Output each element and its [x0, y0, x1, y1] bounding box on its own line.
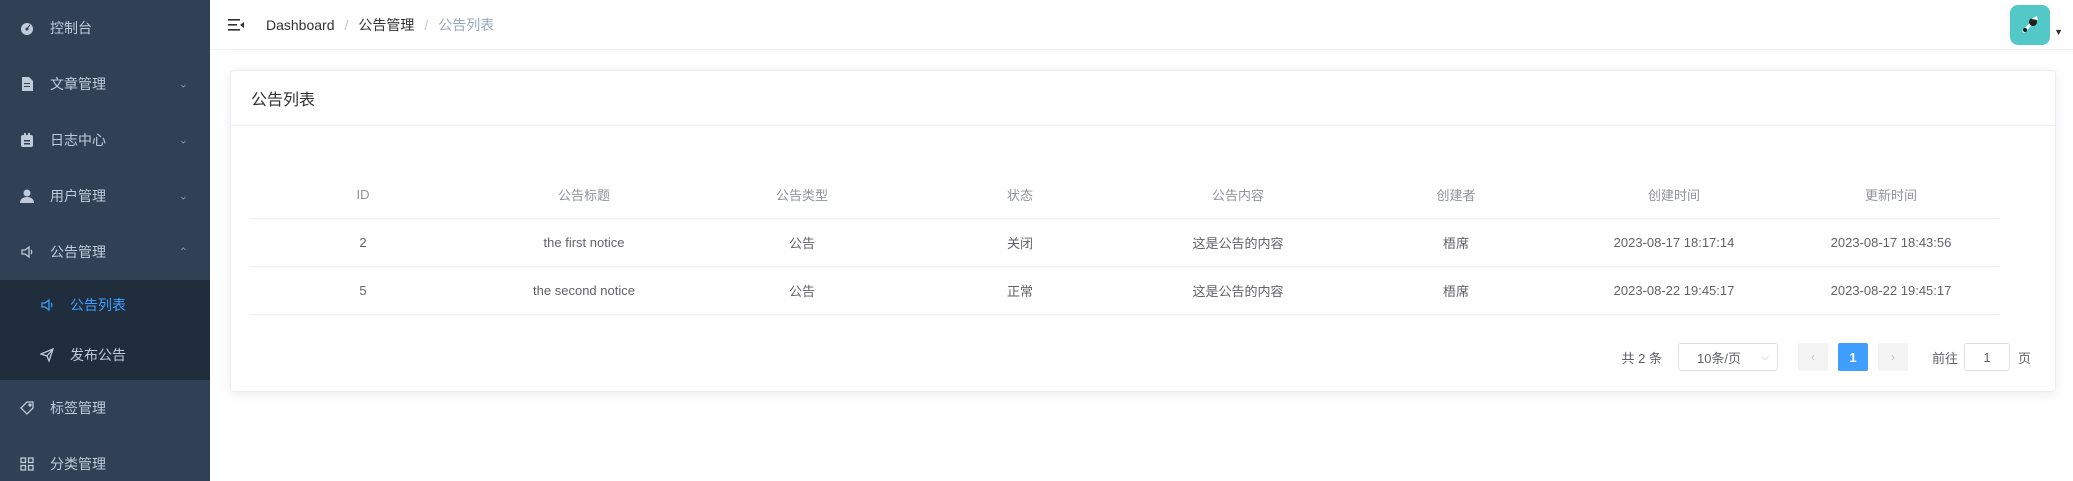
- notice-table: ID 公告标题 公告类型 状态 公告内容 创建者 创建时间 更新时间 2 the…: [251, 171, 1999, 315]
- cell-created-at: 2023-08-17 18:17:14: [1613, 235, 1735, 250]
- sidebar-item-label: 公告列表: [70, 297, 126, 313]
- chevron-down-icon: ⌄: [178, 190, 188, 203]
- column-header-id: ID: [356, 187, 370, 202]
- sidebar-item-logs[interactable]: 日志中心 ⌄: [0, 112, 210, 168]
- column-header-updated-at: 更新时间: [1864, 188, 1917, 203]
- cell-updated-at: 2023-08-17 18:43:56: [1830, 235, 1952, 250]
- column-header-content: 公告内容: [1211, 188, 1264, 203]
- page-size-select[interactable]: 10条/页 ⌵: [1677, 343, 1778, 371]
- cell-creator: 梧席: [1442, 236, 1469, 251]
- sidebar: 控制台 文章管理 ⌄ 日志中心 ⌄ 用户管理 ⌄ 公告管理 ⌃ 公告列表 发布公…: [0, 0, 210, 481]
- cell-creator: 梧席: [1442, 284, 1469, 299]
- send-icon: [40, 348, 54, 362]
- chevron-down-icon: ⌵: [1761, 351, 1769, 363]
- breadcrumb-separator: /: [424, 16, 429, 33]
- sidebar-item-label: 公告管理: [50, 244, 106, 260]
- hamburger-icon[interactable]: [228, 17, 244, 33]
- chevron-down-icon: ⌄: [178, 78, 188, 91]
- chevron-down-icon: ⌄: [178, 134, 188, 147]
- sidebar-item-users[interactable]: 用户管理 ⌄: [0, 168, 210, 224]
- navbar: Dashboard / 公告管理 / 公告列表 ▼: [210, 0, 2073, 50]
- page-size-value: 10条/页: [1696, 350, 1742, 366]
- breadcrumb-item-current: 公告列表: [438, 16, 495, 33]
- user-menu[interactable]: ▼: [2010, 5, 2063, 45]
- sidebar-item-label: 日志中心: [50, 132, 106, 148]
- breadcrumb: Dashboard / 公告管理 / 公告列表: [266, 15, 494, 35]
- cell-updated-at: 2023-08-22 19:45:17: [1830, 283, 1952, 298]
- sidebar-item-label: 文章管理: [50, 76, 106, 92]
- column-header-created-at: 创建时间: [1647, 188, 1700, 203]
- sidebar-item-publish-notice[interactable]: 发布公告: [0, 330, 210, 380]
- sidebar-item-articles[interactable]: 文章管理 ⌄: [0, 56, 210, 112]
- avatar[interactable]: [2010, 5, 2051, 45]
- cell-id: 2: [359, 235, 367, 250]
- chevron-right-icon: ›: [1890, 350, 1895, 364]
- card-title: 公告列表: [231, 71, 2055, 126]
- column-header-title: 公告标题: [557, 188, 610, 203]
- sidebar-item-dashboard[interactable]: 控制台: [0, 0, 210, 56]
- cell-content: 这是公告的内容: [1192, 236, 1284, 251]
- log-icon: [20, 133, 34, 147]
- pagination-total: 共 2 条: [1621, 350, 1662, 366]
- speaker-icon: [40, 298, 54, 312]
- sidebar-item-label: 分类管理: [50, 456, 106, 472]
- user-icon: [20, 189, 34, 203]
- sidebar-item-label: 用户管理: [50, 188, 106, 204]
- cell-created-at: 2023-08-22 19:45:17: [1613, 283, 1735, 298]
- cell-title: the second notice: [533, 283, 635, 298]
- chevron-up-icon: ⌃: [178, 246, 188, 259]
- sidebar-item-tags[interactable]: 标签管理: [0, 380, 210, 436]
- table-header-row: ID 公告标题 公告类型 状态 公告内容 创建者 创建时间 更新时间: [251, 171, 1999, 219]
- table-row[interactable]: 2 the first notice 公告 关闭 这是公告的内容 梧席 2023…: [251, 219, 1999, 267]
- document-icon: [20, 77, 34, 91]
- next-page-button[interactable]: ›: [1877, 343, 1908, 371]
- page-number-button[interactable]: 1: [1837, 343, 1868, 371]
- chevron-left-icon: ‹: [1810, 350, 1815, 364]
- breadcrumb-separator: /: [344, 16, 349, 33]
- cell-id: 5: [359, 283, 367, 298]
- sidebar-item-label: 发布公告: [70, 347, 126, 363]
- sidebar-item-notices[interactable]: 公告管理 ⌃: [0, 224, 210, 280]
- dashboard-icon: [20, 21, 34, 35]
- caret-down-icon[interactable]: ▼: [2054, 27, 2063, 37]
- cell-status: 关闭: [1006, 236, 1033, 251]
- breadcrumb-item-notices[interactable]: 公告管理: [358, 15, 414, 35]
- sidebar-item-label: 标签管理: [50, 400, 106, 416]
- breadcrumb-item-dashboard[interactable]: Dashboard: [266, 17, 335, 33]
- cell-type: 公告: [788, 236, 815, 251]
- column-header-creator: 创建者: [1436, 188, 1476, 203]
- speaker-icon: [20, 245, 34, 259]
- sidebar-item-categories[interactable]: 分类管理: [0, 436, 210, 481]
- tag-icon: [20, 401, 34, 415]
- cell-type: 公告: [788, 284, 815, 299]
- prev-page-button[interactable]: ‹: [1797, 343, 1828, 371]
- grid-icon: [20, 457, 34, 471]
- column-header-status: 状态: [1006, 188, 1033, 203]
- notice-list-card: 公告列表 ID 公告标题 公告类型 状态 公告内容 创建者 创建时间 更新时间 …: [230, 70, 2056, 392]
- cell-status: 正常: [1006, 284, 1033, 299]
- sidebar-item-notice-list[interactable]: 公告列表: [0, 280, 210, 330]
- pagination: 共 2 条 10条/页 ⌵ ‹ 1 › 前往 页: [1621, 343, 2031, 371]
- sidebar-item-label: 控制台: [50, 20, 92, 36]
- notices-submenu: 公告列表 发布公告: [0, 280, 210, 380]
- goto-page-input[interactable]: [1963, 343, 2010, 371]
- table-row[interactable]: 5 the second notice 公告 正常 这是公告的内容 梧席 202…: [251, 267, 1999, 315]
- goto-suffix: 页: [2017, 350, 2031, 366]
- cell-title: the first notice: [543, 235, 625, 250]
- page-jumper: 前往 页: [1932, 343, 2031, 371]
- goto-label: 前往: [1931, 350, 1958, 366]
- column-header-type: 公告类型: [775, 188, 828, 203]
- cell-content: 这是公告的内容: [1192, 284, 1284, 299]
